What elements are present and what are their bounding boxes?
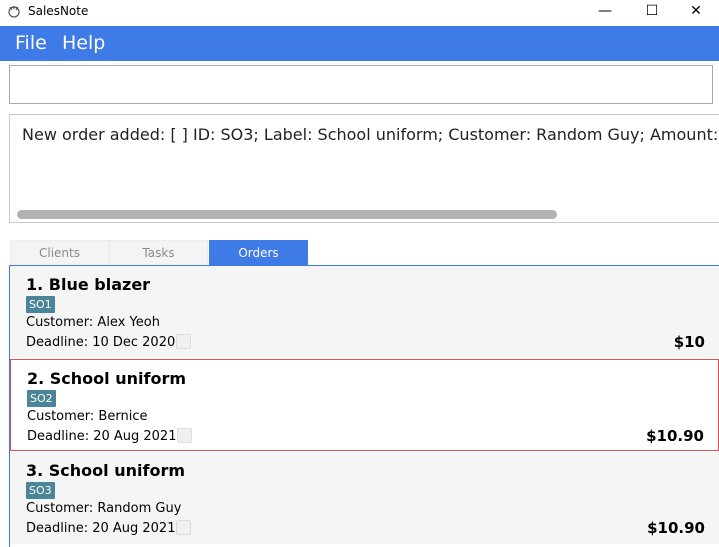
order-card[interactable]: 1. Blue blazer SO1 Customer: Alex Yeoh D… (10, 266, 719, 358)
order-done-checkbox[interactable] (177, 428, 192, 443)
horizontal-scrollbar[interactable] (17, 210, 557, 219)
order-title: 3. School uniform (26, 461, 185, 480)
menu-help[interactable]: Help (62, 32, 105, 54)
title-bar: SalesNote — ☐ ✕ (0, 0, 719, 25)
order-deadline: Deadline: 10 Dec 2020 (26, 335, 176, 350)
order-customer: Customer: Random Guy (26, 501, 182, 516)
order-amount: $10.90 (646, 427, 704, 445)
order-id-badge: SO1 (26, 296, 55, 313)
order-done-checkbox[interactable] (176, 520, 191, 535)
command-input[interactable] (9, 65, 713, 104)
maximize-button[interactable]: ☐ (629, 0, 675, 25)
menu-bar: File Help (0, 26, 719, 61)
result-text: New order added: [ ] ID: SO3; Label: Sch… (22, 125, 719, 144)
order-id-badge: SO3 (26, 482, 55, 499)
tab-clients[interactable]: Clients (10, 240, 109, 266)
order-amount: $10.90 (647, 519, 705, 537)
order-card[interactable]: 3. School uniform SO3 Customer: Random G… (10, 452, 719, 544)
tab-orders[interactable]: Orders (209, 240, 308, 266)
tab-tasks[interactable]: Tasks (109, 240, 208, 266)
order-list: 1. Blue blazer SO1 Customer: Alex Yeoh D… (9, 265, 719, 547)
order-deadline: Deadline: 20 Aug 2021 (27, 429, 177, 444)
order-amount: $10 (673, 333, 705, 351)
result-display: New order added: [ ] ID: SO3; Label: Sch… (9, 114, 719, 223)
order-id-badge: SO2 (27, 390, 56, 407)
order-done-checkbox[interactable] (176, 334, 191, 349)
tab-bar: Clients Tasks Orders (10, 240, 719, 266)
close-button[interactable]: ✕ (673, 0, 719, 25)
app-logo-icon (8, 6, 20, 18)
order-title: 1. Blue blazer (26, 275, 151, 294)
order-card-selected[interactable]: 2. School uniform SO2 Customer: Bernice … (10, 359, 719, 451)
order-title: 2. School uniform (27, 369, 186, 388)
order-customer: Customer: Bernice (27, 409, 148, 424)
menu-file[interactable]: File (15, 32, 47, 54)
order-deadline: Deadline: 20 Aug 2021 (26, 521, 176, 536)
order-customer: Customer: Alex Yeoh (26, 315, 160, 330)
window-title: SalesNote (28, 4, 89, 18)
minimize-button[interactable]: — (582, 0, 628, 25)
